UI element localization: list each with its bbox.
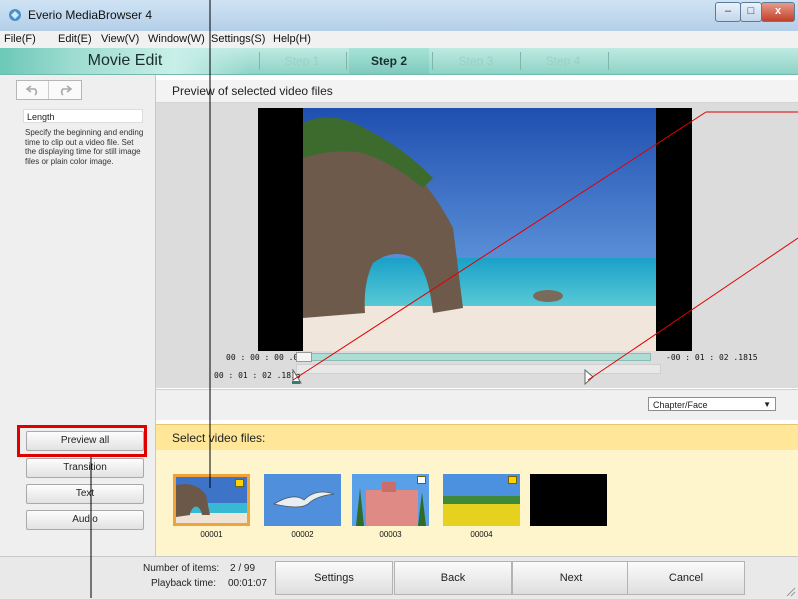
step-2-active: Step 2 bbox=[349, 48, 429, 74]
menu-settings[interactable]: Settings(S) bbox=[211, 33, 265, 45]
menu-help[interactable]: Help(H) bbox=[273, 33, 311, 45]
back-button[interactable]: Back bbox=[394, 561, 512, 595]
items-count-label: Number of items: bbox=[143, 563, 220, 574]
undo-redo-group bbox=[16, 80, 82, 100]
thumbnail-00001[interactable] bbox=[173, 474, 250, 526]
cancel-button[interactable]: Cancel bbox=[627, 561, 745, 595]
app-logo-icon bbox=[9, 9, 21, 21]
audio-button[interactable]: Audio bbox=[26, 510, 144, 530]
select-files-title: Select video files: bbox=[172, 431, 266, 445]
menu-window[interactable]: Window(W) bbox=[148, 33, 205, 45]
preview-title: Preview of selected video files bbox=[172, 84, 333, 98]
text-button[interactable]: Text bbox=[26, 484, 144, 504]
thumbnail-black[interactable] bbox=[530, 474, 607, 526]
chevron-down-icon: ▼ bbox=[763, 400, 771, 409]
remaining-time: -00 : 01 : 02 .1815 bbox=[666, 353, 758, 362]
video-preview bbox=[258, 108, 692, 351]
step-3: Step 3 bbox=[458, 54, 494, 68]
thumbnail-00004[interactable] bbox=[443, 474, 520, 526]
undo-button[interactable] bbox=[17, 81, 49, 99]
redo-button[interactable] bbox=[49, 81, 80, 99]
playback-slider[interactable] bbox=[305, 353, 651, 361]
thumbnail-label: 00003 bbox=[379, 530, 402, 539]
current-time: 00 : 00 : 00 .00 bbox=[226, 353, 304, 362]
menu-view[interactable]: View(V) bbox=[101, 33, 139, 45]
menu-file[interactable]: File(F) bbox=[4, 33, 36, 45]
redo-icon bbox=[60, 85, 72, 96]
next-button[interactable]: Next bbox=[512, 561, 630, 595]
maximize-button[interactable]: □ bbox=[740, 2, 762, 22]
playback-time-label: Playback time: bbox=[151, 578, 217, 589]
settings-button[interactable]: Settings bbox=[275, 561, 393, 595]
title-bar: Everio MediaBrowser 4 – □ x bbox=[0, 0, 798, 32]
close-button[interactable]: x bbox=[761, 2, 795, 22]
thumbnail-00003[interactable] bbox=[352, 474, 429, 526]
step-4: Step 4 bbox=[545, 54, 581, 68]
preview-all-button[interactable]: Preview all bbox=[26, 431, 144, 451]
preview-area: 00 : 00 : 00 .00 -00 : 01 : 02 .1815 00 … bbox=[156, 103, 798, 388]
mode-title: Movie Edit bbox=[0, 48, 250, 74]
preview-header: Preview of selected video files bbox=[156, 80, 798, 103]
step-bar: Movie Edit Step 1 Step 2 Step 3 Step 4 bbox=[0, 48, 798, 75]
menu-edit[interactable]: Edit(E) bbox=[58, 33, 92, 45]
help-title: Length bbox=[23, 109, 143, 123]
menu-bar: File(F) Edit(E) View(V) Window(W) Settin… bbox=[0, 31, 798, 49]
minimize-button[interactable]: – bbox=[715, 2, 741, 22]
end-marker-icon[interactable] bbox=[583, 369, 595, 385]
chapter-face-select[interactable]: Chapter/Face ▼ bbox=[648, 397, 776, 411]
playback-time-value: 00:01:07 bbox=[228, 578, 267, 589]
transition-button[interactable]: Transition bbox=[26, 458, 144, 478]
thumbnail-label: 00002 bbox=[291, 530, 314, 539]
help-text: Specify the beginning and ending time to… bbox=[25, 128, 144, 166]
film-badge-icon bbox=[508, 476, 517, 484]
thumbnail-00002[interactable] bbox=[264, 474, 341, 526]
thumbnail-strip: 00001 00002 00003 00004 bbox=[156, 450, 798, 556]
chapter-face-select-value: Chapter/Face bbox=[653, 400, 708, 410]
step-1: Step 1 bbox=[284, 54, 320, 68]
thumbnail-image bbox=[264, 474, 341, 526]
window-title: Everio MediaBrowser 4 bbox=[28, 8, 153, 22]
undo-icon bbox=[25, 85, 37, 96]
help-box: Length Specify the beginning and ending … bbox=[23, 109, 145, 449]
playback-slider-thumb[interactable] bbox=[296, 352, 312, 362]
preview-options-bar: Chapter/Face ▼ bbox=[156, 389, 798, 420]
photo-badge-icon bbox=[417, 476, 426, 484]
items-count-value: 2 / 99 bbox=[230, 563, 256, 574]
thumbnail-label: 00004 bbox=[470, 530, 493, 539]
clip-range-track[interactable] bbox=[296, 364, 661, 374]
clip-length: 00 : 01 : 02 .1815 bbox=[214, 371, 301, 380]
resize-grip-icon[interactable] bbox=[784, 585, 796, 597]
start-marker-icon[interactable] bbox=[291, 369, 303, 385]
footer-bar: Number of items: 2 / 99 Playback time: 0… bbox=[0, 556, 798, 599]
select-files-header: Select video files: bbox=[156, 424, 798, 451]
film-badge-icon bbox=[235, 479, 244, 487]
video-frame-image bbox=[303, 108, 656, 351]
thumbnail-label: 00001 bbox=[200, 530, 223, 539]
